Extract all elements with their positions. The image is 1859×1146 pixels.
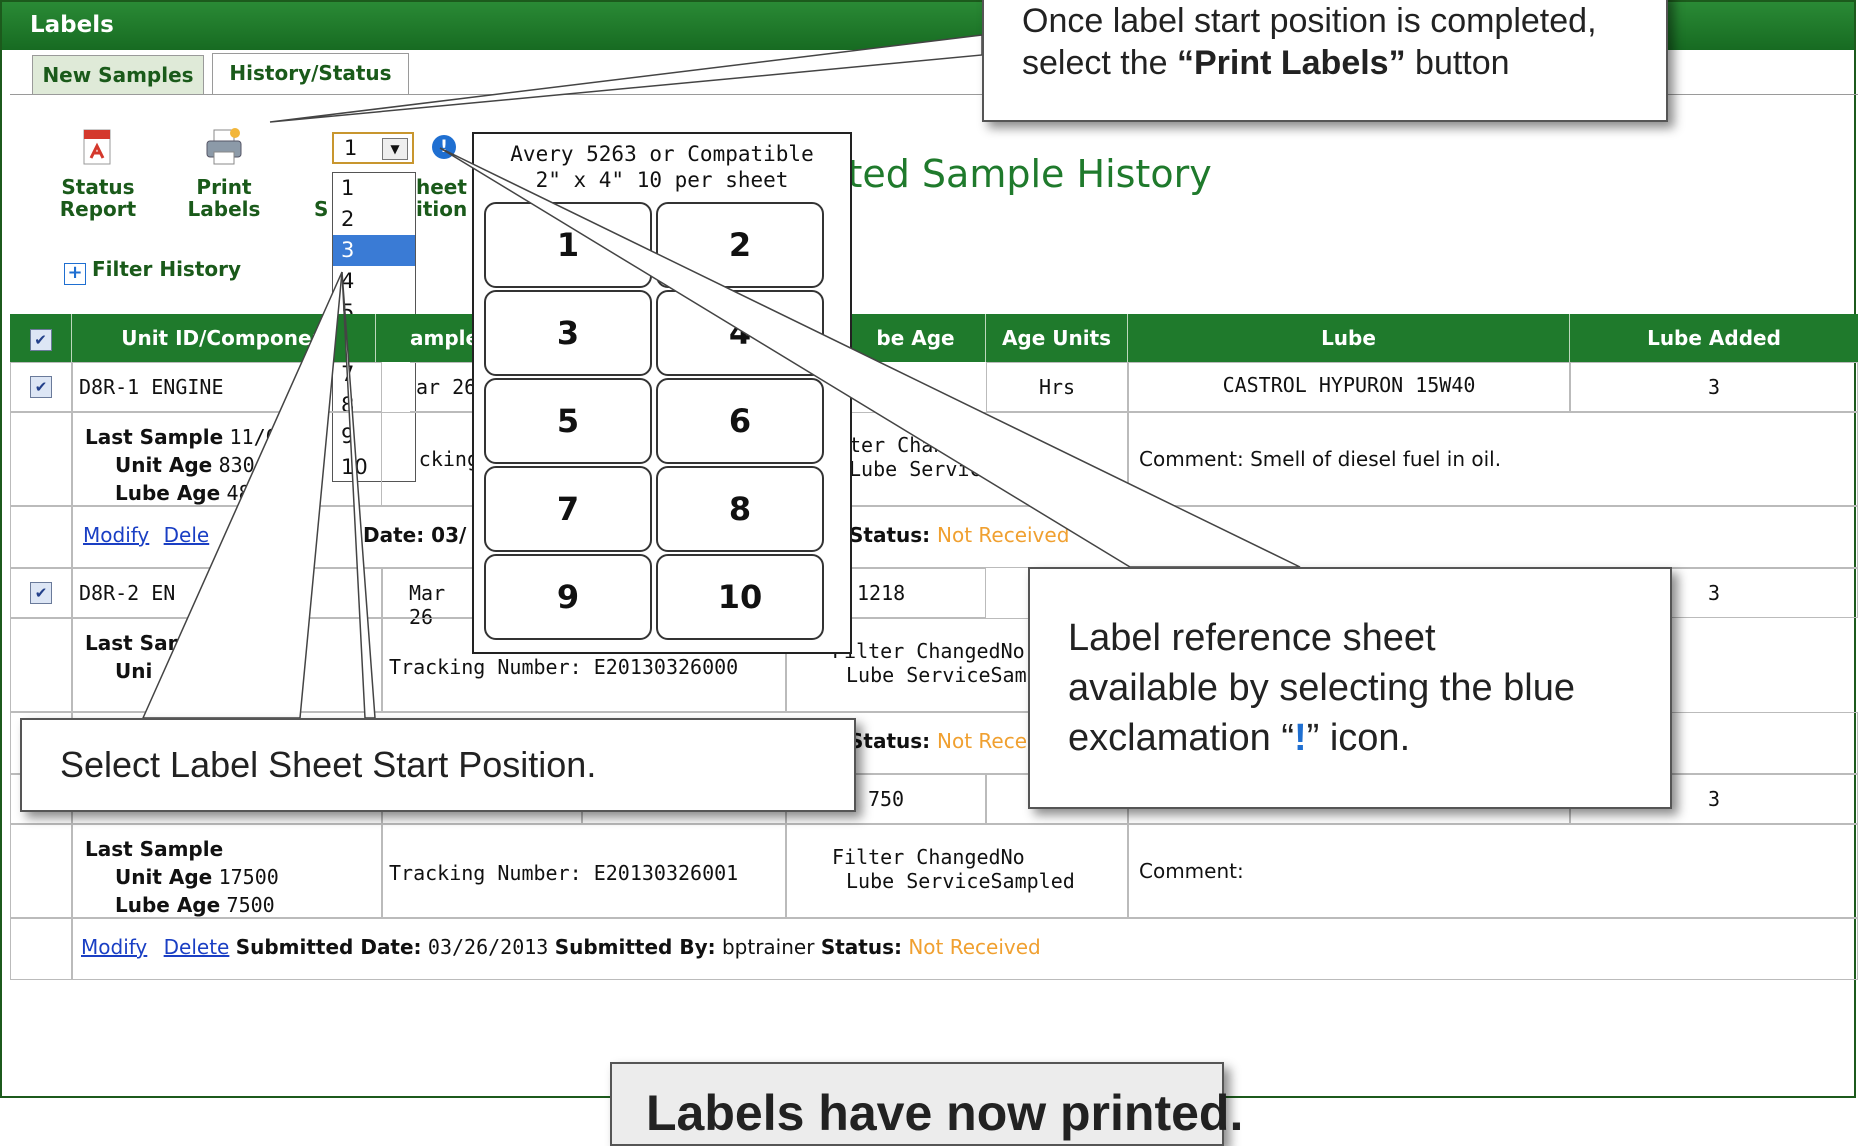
ref-callout-line3: exclamation “!” icon.: [1068, 713, 1410, 763]
print-callout-line2: select the “Print Labels” button: [1022, 42, 1510, 84]
start-position-callout-text: Select Label Sheet Start Position.: [60, 744, 597, 785]
start-position-callout: Select Label Sheet Start Position.: [20, 718, 856, 812]
print-callout-line1: Once label start position is completed,: [1022, 2, 1597, 40]
reference-sheet-callout: Label reference sheet available by selec…: [1028, 567, 1672, 809]
ref-callout-pre: exclamation “: [1068, 717, 1294, 759]
ref-callout-line1: Label reference sheet: [1068, 617, 1436, 659]
ref-callout-post: ” icon.: [1306, 717, 1411, 759]
callout-pointers: [141, 34, 1301, 719]
print-callout-pre: select the: [1022, 44, 1177, 82]
ref-callout-line2: available by selecting the blue: [1068, 667, 1576, 709]
print-callout-post: button: [1405, 44, 1510, 82]
ref-callout-mark: !: [1293, 717, 1307, 759]
print-labels-callout: Once label start position is completed, …: [982, 0, 1668, 122]
labels-printed-text: Labels have now printed.: [646, 1085, 1244, 1141]
labels-printed-callout: Labels have now printed.: [610, 1062, 1243, 1146]
print-callout-bold: “Print Labels”: [1176, 44, 1406, 82]
